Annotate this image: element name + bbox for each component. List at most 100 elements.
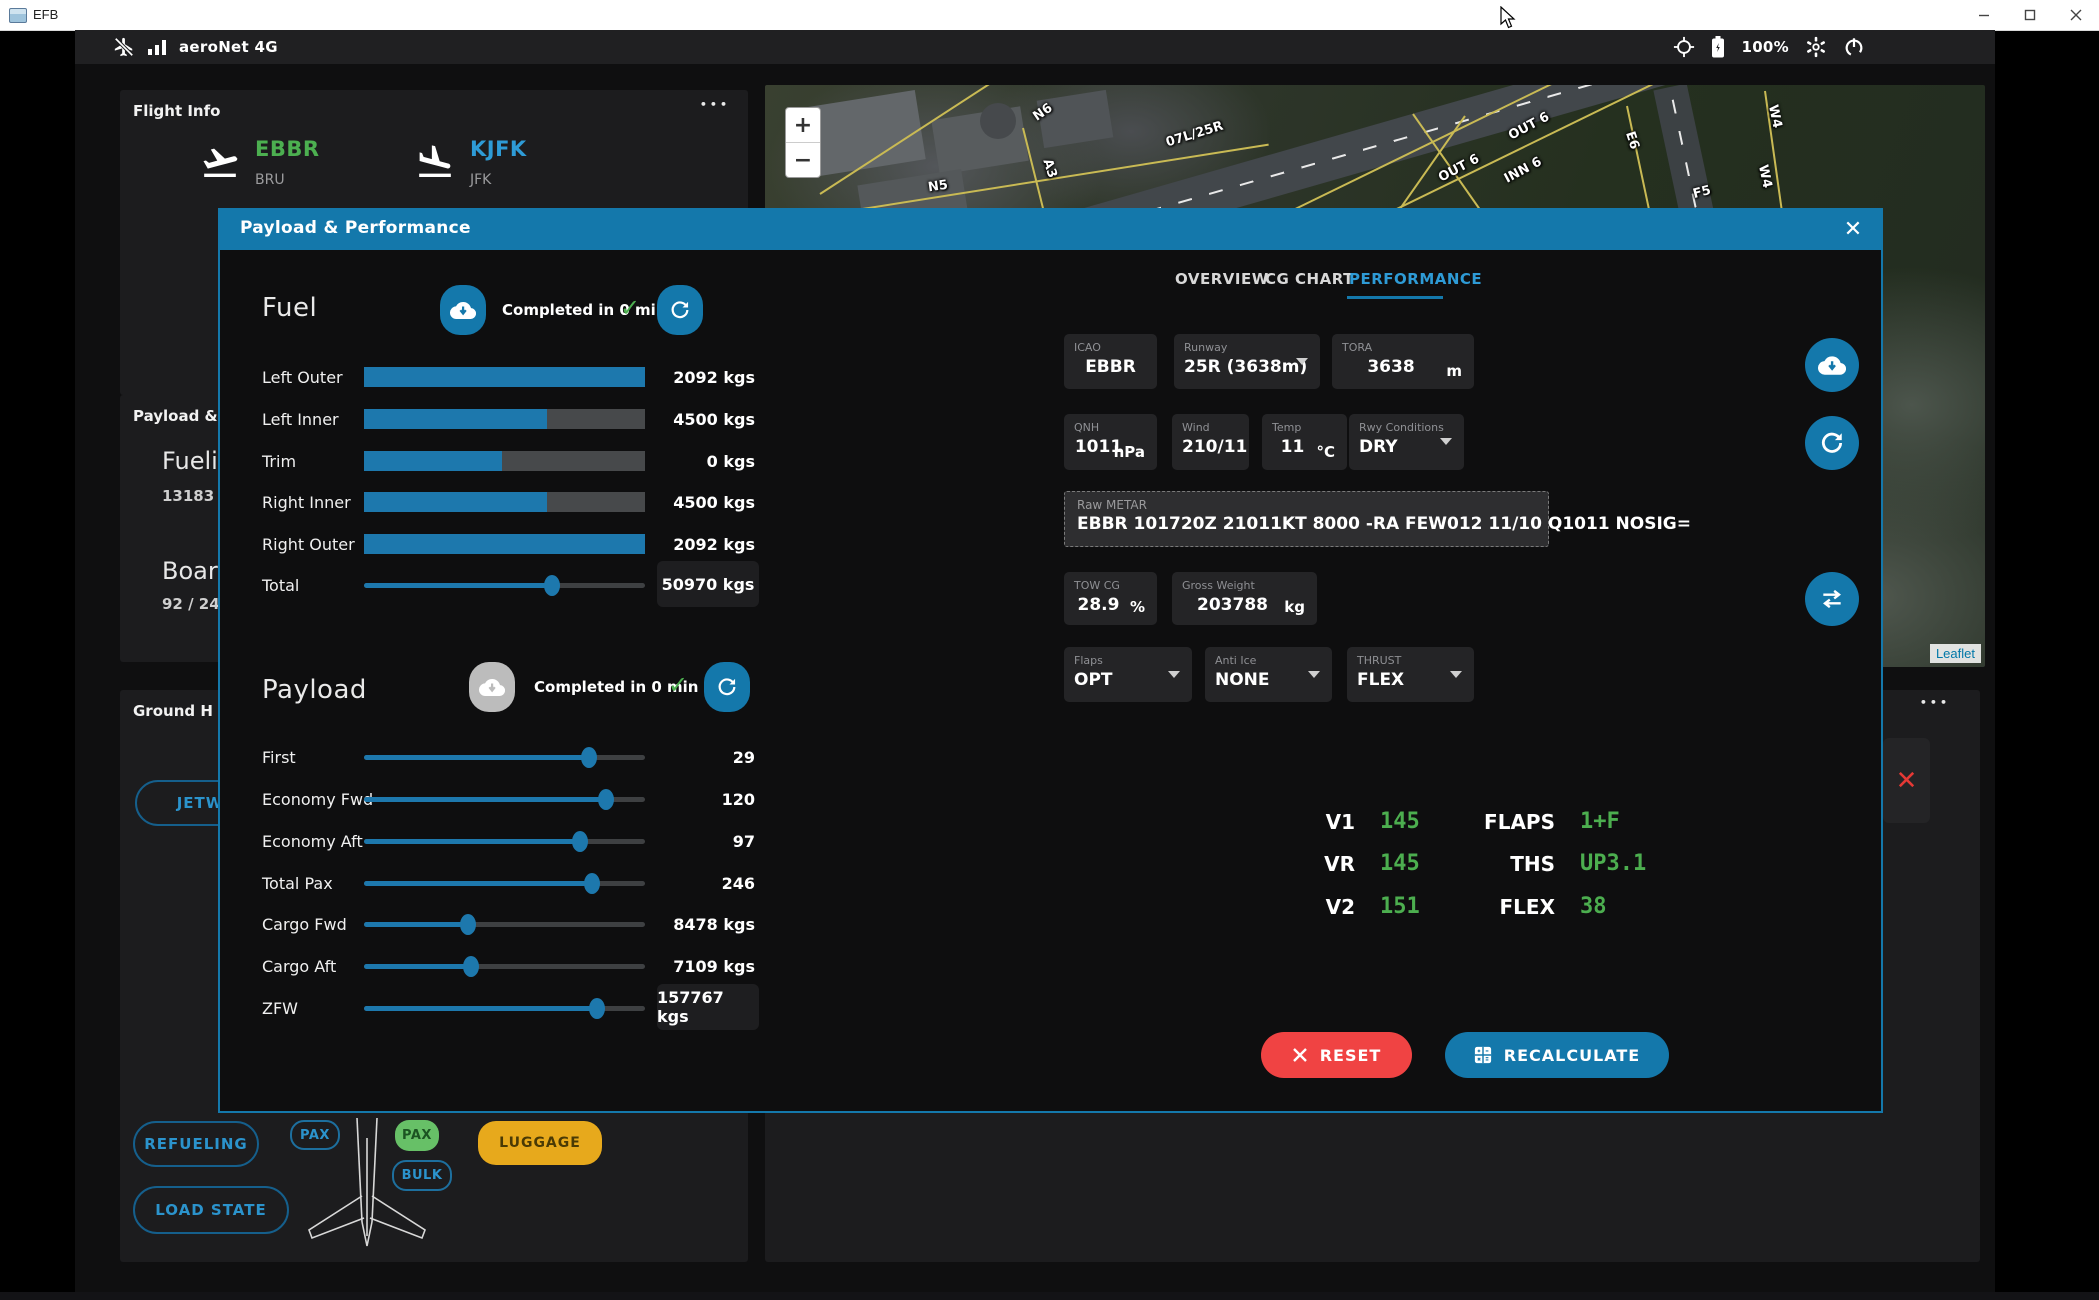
v2-label: V2 xyxy=(1265,895,1355,919)
payload-row-value: 29 xyxy=(733,748,755,767)
swap-values-button[interactable] xyxy=(1805,572,1859,626)
tab-cg-chart[interactable]: CG CHART xyxy=(1265,270,1354,288)
statusbar: aeroNet 4G 100% xyxy=(75,30,1995,64)
fuel-row-bar[interactable] xyxy=(364,451,645,471)
leaflet-attribution[interactable]: Leaflet xyxy=(1930,644,1981,663)
battery-percent: 100% xyxy=(1741,38,1789,56)
gross-weight-field[interactable]: Gross Weight 203788 kg xyxy=(1172,572,1317,625)
bulk-chip[interactable]: BULK xyxy=(392,1160,452,1191)
refueling-button[interactable]: REFUELING xyxy=(133,1121,259,1167)
departure-code[interactable]: EBBR xyxy=(255,137,320,161)
close-window-button[interactable] xyxy=(2053,0,2099,29)
icao-field[interactable]: ICAO EBBR xyxy=(1064,334,1157,389)
field-label: Raw METAR xyxy=(1077,498,1536,512)
thrust-select[interactable]: THRUST FLEX xyxy=(1347,647,1474,702)
metar-text: EBBR 101720Z 21011KT 8000 -RA FEW012 11/… xyxy=(1077,514,1536,534)
power-icon[interactable] xyxy=(1843,36,1865,58)
fuel-row-bar[interactable] xyxy=(364,409,645,429)
fuel-row-label: Left Outer xyxy=(262,368,343,387)
zfw-slider[interactable] xyxy=(364,998,645,1019)
payload-row-slider[interactable] xyxy=(364,873,645,894)
slider-thumb[interactable] xyxy=(460,914,476,935)
slider-thumb[interactable] xyxy=(598,789,614,810)
temp-field[interactable]: Temp 11 °C xyxy=(1262,414,1347,470)
app-icon xyxy=(9,8,27,23)
window-title: EFB xyxy=(33,7,58,22)
payload-row-slider[interactable] xyxy=(364,747,645,768)
slider-fill xyxy=(364,755,589,760)
anti-ice-select[interactable]: Anti Ice NONE xyxy=(1205,647,1332,702)
settings-gear-icon[interactable] xyxy=(1805,36,1827,58)
payload-row: Economy Aft 97 xyxy=(262,831,755,852)
screen: EFB aeroNet 4G xyxy=(0,0,2099,1300)
slider-thumb[interactable] xyxy=(572,831,588,852)
fuel-row-label: Right Outer xyxy=(262,535,355,554)
fuel-row-value: 4500 kgs xyxy=(673,410,755,429)
fuel-download-button[interactable] xyxy=(440,285,486,335)
slider-fill xyxy=(364,922,468,927)
flaps-setting-value: 1+F xyxy=(1580,809,1620,834)
fueling-value: 13183 / xyxy=(162,487,225,505)
runway-select[interactable]: Runway 25R (3638m) xyxy=(1174,334,1320,389)
wind-field[interactable]: Wind 210/11 xyxy=(1172,414,1249,470)
slider-thumb[interactable] xyxy=(463,956,479,977)
taxiway-label: INN 6 xyxy=(1502,154,1545,186)
field-unit: kg xyxy=(1284,598,1305,616)
tab-overview[interactable]: OVERVIEW xyxy=(1175,270,1269,288)
right-panel-menu[interactable]: ••• xyxy=(1920,696,1950,709)
zfw-label: ZFW xyxy=(262,999,298,1018)
slider-fill xyxy=(364,797,606,802)
payload-refresh-button[interactable] xyxy=(704,662,750,712)
slider-thumb[interactable] xyxy=(544,575,560,596)
luggage-chip[interactable]: LUGGAGE xyxy=(478,1121,602,1165)
payload-row-slider[interactable] xyxy=(364,831,645,852)
minimize-button[interactable] xyxy=(1961,0,2007,29)
tow-cg-field[interactable]: TOW CG 28.9 % xyxy=(1064,572,1157,625)
dialog-header[interactable]: Payload & Performance ✕ xyxy=(218,208,1883,250)
payload-row-value: 120 xyxy=(722,790,755,809)
dialog-close-button[interactable]: ✕ xyxy=(1839,215,1867,243)
download-performance-button[interactable] xyxy=(1805,338,1859,392)
payload-row-slider[interactable] xyxy=(364,914,645,935)
fuel-row-bar[interactable] xyxy=(364,367,645,387)
tab-performance[interactable]: PERFORMANCE xyxy=(1349,270,1482,288)
zoom-out-button[interactable]: − xyxy=(786,143,820,177)
flight-info-menu[interactable]: ••• xyxy=(700,98,730,111)
maximize-button[interactable] xyxy=(2007,0,2053,29)
payload-download-button[interactable] xyxy=(469,662,515,712)
field-label: Flaps xyxy=(1074,654,1182,667)
fuel-refresh-button[interactable] xyxy=(657,285,703,335)
payload-row-slider[interactable] xyxy=(364,789,645,810)
qnh-field[interactable]: QNH 1011 hPa xyxy=(1064,414,1157,470)
slider-thumb[interactable] xyxy=(581,747,597,768)
field-unit: % xyxy=(1130,598,1145,616)
zoom-in-button[interactable]: + xyxy=(786,108,820,143)
field-value: EBBR xyxy=(1074,357,1147,377)
fuel-row-bar[interactable] xyxy=(364,534,645,554)
load-state-button[interactable]: LOAD STATE xyxy=(133,1186,289,1234)
tora-field[interactable]: TORA 3638 m xyxy=(1332,334,1474,389)
reset-button[interactable]: RESET xyxy=(1261,1032,1412,1078)
arrival-code[interactable]: KJFK xyxy=(470,137,527,161)
slider-thumb[interactable] xyxy=(589,998,605,1019)
fuel-total-slider[interactable] xyxy=(364,575,645,596)
rwy-conditions-select[interactable]: Rwy Conditions DRY xyxy=(1349,414,1464,470)
cloud-download-icon xyxy=(1818,354,1846,376)
pax-aft-chip[interactable]: PAX xyxy=(395,1120,439,1151)
refresh-weather-button[interactable] xyxy=(1805,416,1859,470)
fuel-row-bar[interactable] xyxy=(364,492,645,512)
x-icon xyxy=(1292,1047,1308,1063)
flaps-select[interactable]: Flaps OPT xyxy=(1064,647,1192,702)
payload-row-label: Total Pax xyxy=(262,874,333,893)
zfw-value: 157767 kgs xyxy=(657,984,759,1030)
slider-thumb[interactable] xyxy=(584,873,600,894)
slider-fill xyxy=(364,964,471,969)
window-titlebar: EFB xyxy=(0,0,2099,31)
status-tile[interactable]: ✕ xyxy=(1883,738,1930,823)
pax-fwd-chip[interactable]: PAX xyxy=(290,1120,340,1150)
payload-row-slider[interactable] xyxy=(364,956,645,977)
recalculate-button[interactable]: RECALCULATE xyxy=(1445,1032,1669,1078)
fuel-row: Right Outer 2092 kgs xyxy=(262,534,755,555)
maximize-icon xyxy=(2024,9,2036,21)
taxiway-label: W4 xyxy=(1765,104,1785,130)
